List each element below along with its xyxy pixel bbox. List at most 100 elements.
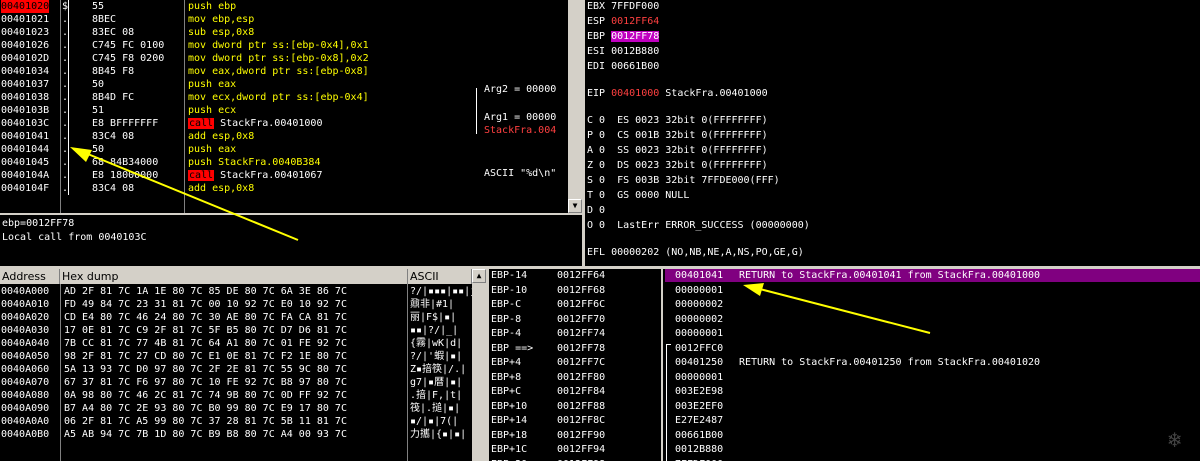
dump-row[interactable]: 0040A060 5A 13 93 7C D0 97 80 7C 2F 2E 81…	[0, 363, 472, 376]
register-line[interactable]: EFL 00000202 (NO,NB,NE,A,NS,PO,GE,G)	[587, 246, 804, 259]
stack-value: 003E2EF0	[675, 400, 724, 412]
register-line[interactable]: EBX 7FFDF000	[587, 0, 659, 13]
register-line[interactable]: D 0	[587, 204, 605, 217]
dump-separator	[60, 284, 61, 461]
stack-row[interactable]: EBP-14 0012FF64 00401041 RETURN to StackFra…	[489, 269, 1200, 282]
dump-row[interactable]: 0040A090 B7 A4 80 7C 2E 93 80 7C B0 99 80…	[0, 402, 472, 415]
disasm-instruction: mov ebp,esp	[188, 14, 255, 25]
disasm-row[interactable]: 00401041. 83C4 08 add esp,0x8	[0, 130, 568, 143]
dump-ascii: ▪/|▪|7(|	[410, 416, 459, 427]
disasm-comment-arg2: Arg2 = 00000	[484, 84, 557, 95]
register-line[interactable]: EBP 0012FF78	[587, 30, 660, 43]
disasm-gutter	[68, 91, 69, 104]
stack-address: 0012FF80	[557, 371, 606, 383]
disasm-instruction: push StackFra.0040B384	[188, 157, 321, 168]
dump-hex: A5 AB 94 7C 7B 1D 80 7C B9 B8 80 7C A4 0…	[64, 429, 347, 440]
stack-pane[interactable]: EBP-14 0012FF64 00401041 RETURN to StackFra…	[489, 269, 1200, 461]
stack-row[interactable]: EBP-10 0012FF68 00000001	[489, 284, 1200, 297]
disasm-instruction: sub esp,0x8	[188, 27, 255, 38]
register-line[interactable]: ESI 0012B880	[587, 45, 659, 58]
disasm-flag: .	[62, 157, 69, 168]
stack-row[interactable]: EBP+10 0012FF88 003E2EF0	[489, 400, 1200, 413]
disasm-row[interactable]: 0040104F. 83C4 08 add esp,0x8	[0, 182, 568, 195]
stack-bracket	[666, 344, 667, 461]
disasm-row[interactable]: 00401044. 50 push eax	[0, 143, 568, 156]
disasm-row[interactable]: 00401034. 8B45 F8 mov eax,dword ptr ss:[eb…	[0, 65, 568, 78]
dump-row[interactable]: 0040A030 17 0E 81 7C C9 2F 81 7C 5F B5 80…	[0, 324, 472, 337]
disasm-row[interactable]: 00401020 $55 push ebp	[0, 0, 568, 13]
register-line[interactable]: O 0 LastErr ERROR_SUCCESS (00000000)	[587, 219, 810, 232]
dump-pane[interactable]: 0040A000 AD 2F 81 7C 1A 1E 80 7C 85 DE 80…	[0, 284, 472, 461]
dump-row[interactable]: 0040A070 67 37 81 7C F6 97 80 7C 10 FE 92…	[0, 376, 472, 389]
stack-address: 0012FF94	[557, 444, 606, 455]
stack-row[interactable]: EBP-8 0012FF70 00000002	[489, 313, 1200, 326]
stack-comment: RETURN to StackFra.00401041 from StackFr…	[739, 270, 1041, 281]
register-line[interactable]: S 0 FS 003B 32bit 7FFDE000(FFF)	[587, 174, 780, 187]
disassembly-scrollbar[interactable]: ▼	[568, 0, 582, 213]
stack-row[interactable]: EBP-4 0012FF74 00000001	[489, 327, 1200, 340]
stack-value: 0012B880	[675, 444, 724, 455]
disasm-gutter	[68, 143, 69, 156]
dump-row[interactable]: 0040A0B0 A5 AB 94 7C 7B 1D 80 7C B9 B8 80…	[0, 428, 472, 441]
stack-row[interactable]: EBP+18 0012FF90 00661B00	[489, 429, 1200, 442]
stack-row[interactable]: EBP+14 0012FF8C E27E2487	[489, 414, 1200, 427]
dump-ascii: g7|▪暦|▪|	[410, 377, 463, 388]
dump-row[interactable]: 0040A040 7B CC 81 7C 77 4B 81 7C 64 A1 80…	[0, 337, 472, 350]
dump-scrollbar[interactable]: ▲	[472, 269, 486, 461]
stack-row[interactable]: EBP-C 0012FF6C 00000002	[489, 298, 1200, 311]
stack-ebp-label: EBP-8	[491, 313, 522, 325]
stack-row[interactable]: EBP+20 0012FF98 7FFDF000	[489, 458, 1200, 461]
register-line[interactable]: EDI 00661B00	[587, 60, 659, 73]
disasm-row[interactable]: 00401021. 8BEC mov ebp,esp	[0, 13, 568, 26]
dump-address: 0040A010	[1, 299, 50, 310]
stack-row[interactable]: EBP+1C 0012FF94 0012B880	[489, 443, 1200, 456]
disasm-row[interactable]: 0040104A. E8 18000000 call StackFra.004010…	[0, 169, 568, 182]
register-line[interactable]: C 0 ES 0023 32bit 0(FFFFFFFF)	[587, 114, 768, 127]
disasm-row[interactable]: 0040102D. C745 F8 0200 mov dword ptr ss:[e…	[0, 52, 568, 65]
dump-row[interactable]: 0040A080 0A 98 80 7C 46 2C 81 7C 74 9B 80…	[0, 389, 472, 402]
dump-hex: AD 2F 81 7C 1A 1E 80 7C 85 DE 80 7C 6A 3…	[64, 286, 347, 297]
disassembly-pane[interactable]: 00401020 $55 push ebp 00401021. 8BEC mov ebp,…	[0, 0, 568, 213]
disasm-instruction: call StackFra.00401000	[188, 118, 323, 129]
dump-row[interactable]: 0040A020 CD E4 80 7C 46 24 80 7C 30 AE 80…	[0, 311, 472, 324]
disasm-row[interactable]: 00401037. 50 push eax	[0, 78, 568, 91]
register-line[interactable]: EIP 00401000 StackFra.00401000	[587, 87, 768, 100]
disasm-row[interactable]: 00401026. C745 FC 0100 mov dword ptr ss:[e…	[0, 39, 568, 52]
stack-row[interactable]: EBP+8 0012FF80 00000001	[489, 371, 1200, 384]
stack-value: 00000002	[675, 313, 724, 325]
dump-row[interactable]: 0040A0A0 06 2F 81 7C A5 99 80 7C 37 28 81…	[0, 415, 472, 428]
register-line[interactable]: T 0 GS 0000 NULL	[587, 189, 689, 202]
disasm-address: 00401021	[1, 14, 50, 25]
disasm-row[interactable]: 00401038. 8B4D FC mov ecx,dword ptr ss:[eb…	[0, 91, 568, 104]
stack-ebp-label: EBP+4	[491, 357, 522, 368]
dump-address: 0040A030	[1, 325, 50, 336]
stack-row[interactable]: EBP ==> 0012FF78 0012FFC0	[489, 342, 1200, 355]
scroll-up-arrow-icon[interactable]: ▲	[472, 269, 486, 283]
dump-row[interactable]: 0040A010 FD 49 84 7C 23 31 81 7C 00 10 92…	[0, 298, 472, 311]
disasm-flag: .	[62, 79, 69, 90]
register-line[interactable]: ESP 0012FF64	[587, 15, 659, 28]
register-line[interactable]: A 0 SS 0023 32bit 0(FFFFFFFF)	[587, 144, 768, 157]
stack-row[interactable]: EBP+C 0012FF84 003E2E98	[489, 385, 1200, 398]
scroll-down-arrow-icon[interactable]: ▼	[568, 199, 582, 213]
dump-header-ascii[interactable]: ASCII	[408, 269, 472, 284]
dump-header-address[interactable]: Address	[0, 269, 60, 284]
dump-row[interactable]: 0040A000 AD 2F 81 7C 1A 1E 80 7C 85 DE 80…	[0, 285, 472, 298]
disasm-gutter	[68, 104, 69, 117]
dump-address: 0040A0B0	[1, 429, 50, 440]
stack-ebp-label: EBP-14	[491, 270, 528, 281]
disasm-row[interactable]: 00401045. 68 84B34000 push StackFra.0040B3…	[0, 156, 568, 169]
disasm-row[interactable]: 0040103C. E8 BFFFFFFF call StackFra.004010…	[0, 117, 568, 130]
disasm-row[interactable]: 0040103B. 51 push ecx	[0, 104, 568, 117]
stack-row[interactable]: EBP+4 0012FF7C 00401250 RETURN to StackFra.…	[489, 356, 1200, 369]
dump-row[interactable]: 0040A050 98 2F 81 7C 27 CD 80 7C E1 0E 81…	[0, 350, 472, 363]
disasm-address: 00401037	[1, 79, 50, 90]
dump-header-hex[interactable]: Hex dump	[60, 269, 408, 284]
register-line[interactable]: Z 0 DS 0023 32bit 0(FFFFFFFF)	[587, 159, 768, 172]
disasm-row[interactable]: 00401023. 83EC 08 sub esp,0x8	[0, 26, 568, 39]
register-line[interactable]: P 0 CS 001B 32bit 0(FFFFFFFF)	[587, 129, 768, 142]
registers-pane[interactable]: EBX 7FFDF000 ESP 0012FF64 EBP 0012FF78 ESI …	[585, 0, 1200, 266]
info-pane: ebp=0012FF78 Local call from 0040103C	[0, 215, 582, 266]
stack-separator	[661, 269, 663, 461]
disasm-gutter	[68, 78, 69, 91]
